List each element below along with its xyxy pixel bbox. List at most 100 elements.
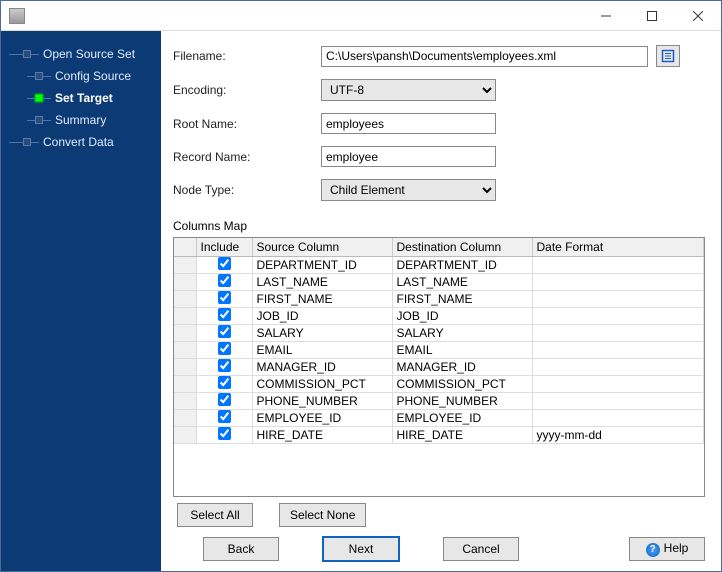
destination-column-cell[interactable]: JOB_ID [392,308,532,325]
help-icon: ? [646,543,660,557]
date-format-cell[interactable] [532,376,704,393]
source-column-cell[interactable]: HIRE_DATE [252,427,392,444]
maximize-button[interactable] [629,1,675,31]
row-handle[interactable] [174,291,196,308]
sidebar-item-config-source[interactable]: Config Source [7,65,155,87]
sidebar-item-summary[interactable]: Summary [7,109,155,131]
sidebar-item-convert-data[interactable]: Convert Data [7,131,155,153]
row-handle[interactable] [174,359,196,376]
include-checkbox[interactable] [218,342,231,355]
date-format-cell[interactable] [532,393,704,410]
browse-button[interactable] [656,45,680,67]
source-column-cell[interactable]: PHONE_NUMBER [252,393,392,410]
table-row[interactable]: LAST_NAMELAST_NAME [174,274,704,291]
table-row[interactable]: SALARYSALARY [174,325,704,342]
source-column-cell[interactable]: MANAGER_ID [252,359,392,376]
table-row[interactable]: COMMISSION_PCTCOMMISSION_PCT [174,376,704,393]
include-checkbox[interactable] [218,325,231,338]
filename-input[interactable] [321,46,648,67]
table-row[interactable]: PHONE_NUMBERPHONE_NUMBER [174,393,704,410]
include-checkbox[interactable] [218,291,231,304]
date-format-cell[interactable] [532,410,704,427]
columns-map-grid[interactable]: Include Source Column Destination Column… [173,237,705,497]
include-checkbox[interactable] [218,257,231,270]
date-format-cell[interactable] [532,274,704,291]
source-column-cell[interactable]: EMPLOYEE_ID [252,410,392,427]
source-column-cell[interactable]: LAST_NAME [252,274,392,291]
table-row[interactable]: HIRE_DATEHIRE_DATEyyyy-mm-dd [174,427,704,444]
table-row[interactable]: MANAGER_IDMANAGER_ID [174,359,704,376]
destination-column-cell[interactable]: COMMISSION_PCT [392,376,532,393]
table-row[interactable]: EMPLOYEE_IDEMPLOYEE_ID [174,410,704,427]
source-column-cell[interactable]: DEPARTMENT_ID [252,257,392,274]
source-column-cell[interactable]: COMMISSION_PCT [252,376,392,393]
minimize-button[interactable] [583,1,629,31]
table-row[interactable]: FIRST_NAMEFIRST_NAME [174,291,704,308]
row-handle[interactable] [174,427,196,444]
date-format-cell[interactable] [532,359,704,376]
include-checkbox[interactable] [218,393,231,406]
sidebar-item-label: Config Source [55,69,131,83]
encoding-select[interactable]: UTF-8 [321,79,496,101]
row-handle[interactable] [174,308,196,325]
close-button[interactable] [675,1,721,31]
tree-connector-icon [27,94,51,102]
row-handle[interactable] [174,342,196,359]
source-column-cell[interactable]: SALARY [252,325,392,342]
titlebar [1,1,721,31]
nodetype-select[interactable]: Child Element [321,179,496,201]
include-checkbox[interactable] [218,427,231,440]
rootname-input[interactable] [321,113,496,134]
date-format-cell[interactable] [532,325,704,342]
cancel-button[interactable]: Cancel [443,537,519,561]
table-row[interactable]: DEPARTMENT_IDDEPARTMENT_ID [174,257,704,274]
help-button[interactable]: ?Help [629,537,705,561]
date-format-cell[interactable] [532,257,704,274]
destination-column-cell[interactable]: SALARY [392,325,532,342]
sidebar-item-open-source-set[interactable]: Open Source Set [7,43,155,65]
row-handle[interactable] [174,257,196,274]
date-format-cell[interactable]: yyyy-mm-dd [532,427,704,444]
date-format-cell[interactable] [532,291,704,308]
next-button[interactable]: Next [323,537,399,561]
back-button[interactable]: Back [203,537,279,561]
include-checkbox[interactable] [218,308,231,321]
include-checkbox[interactable] [218,274,231,287]
include-checkbox[interactable] [218,359,231,372]
destination-column-cell[interactable]: HIRE_DATE [392,427,532,444]
recordname-input[interactable] [321,146,496,167]
column-header-blank[interactable] [174,238,196,257]
table-row[interactable]: EMAILEMAIL [174,342,704,359]
date-format-cell[interactable] [532,308,704,325]
destination-column-cell[interactable]: PHONE_NUMBER [392,393,532,410]
folder-icon [661,49,675,63]
row-handle[interactable] [174,410,196,427]
column-header-include[interactable]: Include [196,238,252,257]
select-all-button[interactable]: Select All [177,503,253,527]
source-column-cell[interactable]: EMAIL [252,342,392,359]
destination-column-cell[interactable]: MANAGER_ID [392,359,532,376]
include-checkbox[interactable] [218,410,231,423]
destination-column-cell[interactable]: EMPLOYEE_ID [392,410,532,427]
destination-column-cell[interactable]: EMAIL [392,342,532,359]
sidebar-item-set-target[interactable]: Set Target [7,87,155,109]
tree-connector-icon [9,50,39,58]
column-header-source[interactable]: Source Column [252,238,392,257]
source-column-cell[interactable]: JOB_ID [252,308,392,325]
destination-column-cell[interactable]: LAST_NAME [392,274,532,291]
row-handle[interactable] [174,376,196,393]
source-column-cell[interactable]: FIRST_NAME [252,291,392,308]
include-checkbox[interactable] [218,376,231,389]
destination-column-cell[interactable]: FIRST_NAME [392,291,532,308]
destination-column-cell[interactable]: DEPARTMENT_ID [392,257,532,274]
row-handle[interactable] [174,325,196,342]
select-none-button[interactable]: Select None [279,503,366,527]
row-handle[interactable] [174,274,196,291]
date-format-cell[interactable] [532,342,704,359]
column-header-destination[interactable]: Destination Column [392,238,532,257]
column-header-format[interactable]: Date Format [532,238,704,257]
app-icon [9,8,25,24]
row-handle[interactable] [174,393,196,410]
encoding-label: Encoding: [173,83,321,97]
table-row[interactable]: JOB_IDJOB_ID [174,308,704,325]
